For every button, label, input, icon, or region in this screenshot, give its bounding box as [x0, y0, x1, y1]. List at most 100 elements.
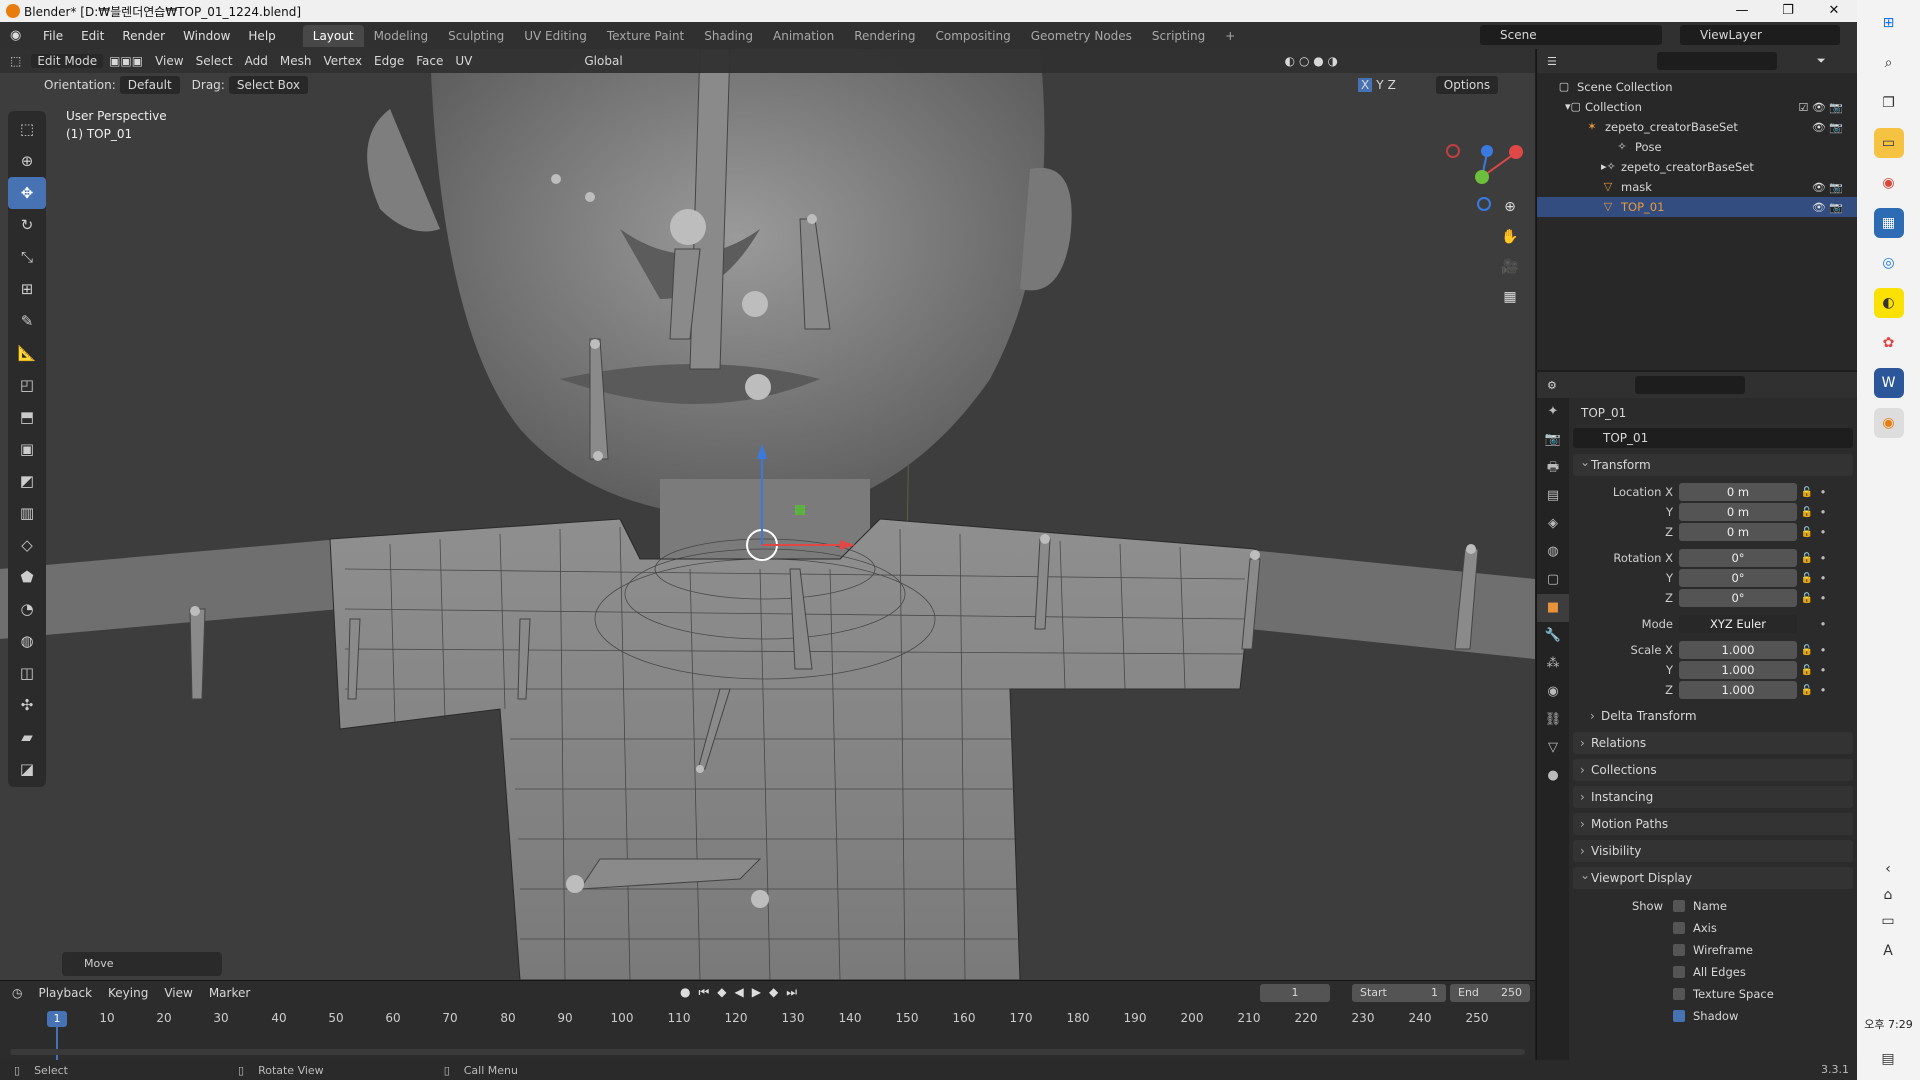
- mode-selector[interactable]: Edit Mode: [31, 54, 104, 68]
- rotation-z-field[interactable]: 0°: [1679, 589, 1797, 607]
- object-tab-icon[interactable]: ■: [1537, 594, 1569, 622]
- world-tab-icon[interactable]: ◍: [1537, 538, 1569, 566]
- pan-hand-icon[interactable]: ✋: [1497, 224, 1523, 250]
- outliner-row-scene-collection[interactable]: ▢ Scene Collection: [1537, 77, 1857, 97]
- prev-key-icon[interactable]: ◆: [717, 985, 726, 1000]
- render-tab-icon[interactable]: 📷: [1537, 426, 1569, 454]
- minimize-button[interactable]: —: [1719, 0, 1765, 22]
- keyframe-dot-icon[interactable]: •: [1817, 571, 1829, 585]
- visibility-icons[interactable]: 👁 📷: [1812, 181, 1843, 194]
- keyframe-dot-icon[interactable]: •: [1817, 525, 1829, 539]
- jump-end-icon[interactable]: ⏭: [786, 985, 797, 1000]
- menu-render[interactable]: Render: [113, 29, 174, 43]
- close-button[interactable]: ✕: [1811, 0, 1857, 22]
- keyframe-dot-icon[interactable]: •: [1817, 551, 1829, 565]
- transform-tool-icon[interactable]: ⊞: [8, 273, 46, 305]
- menu-keying[interactable]: Keying: [100, 986, 156, 1000]
- keyframe-dot-icon[interactable]: •: [1817, 643, 1829, 657]
- view-layer-selector[interactable]: ViewLayer: [1680, 25, 1840, 45]
- panel-motion-paths[interactable]: Motion Paths: [1573, 813, 1853, 835]
- panel-collections[interactable]: Collections: [1573, 759, 1853, 781]
- outliner-editor-icon[interactable]: ☰: [1547, 55, 1557, 68]
- add-workspace-button[interactable]: +: [1215, 25, 1245, 47]
- show-axis-row[interactable]: Axis: [1573, 917, 1853, 939]
- menu-uv[interactable]: UV: [449, 54, 478, 68]
- menu-vertex[interactable]: Vertex: [317, 54, 368, 68]
- kakaotalk-icon[interactable]: ◐: [1873, 288, 1904, 318]
- menu-help[interactable]: Help: [239, 29, 284, 43]
- tab-geometry-nodes[interactable]: Geometry Nodes: [1021, 25, 1142, 47]
- outliner-row-top01[interactable]: ▽ TOP_01 👁 📷: [1537, 197, 1857, 217]
- spin-tool-icon[interactable]: ◔: [8, 593, 46, 625]
- show-texture-space-checkbox[interactable]: [1673, 988, 1685, 1000]
- scene-selector[interactable]: Scene: [1480, 25, 1662, 45]
- menu-edit[interactable]: Edit: [72, 29, 113, 43]
- scale-tool-icon[interactable]: ⤡: [8, 241, 46, 273]
- tab-uv-editing[interactable]: UV Editing: [514, 25, 597, 47]
- keyframe-dot-icon[interactable]: •: [1817, 591, 1829, 605]
- scene-tab-icon[interactable]: ◈: [1537, 510, 1569, 538]
- select-mode-icons[interactable]: ▣▣▣: [103, 54, 149, 68]
- scale-y-field[interactable]: 1.000: [1679, 661, 1797, 679]
- end-frame-field[interactable]: End 250: [1450, 984, 1530, 1002]
- blender-taskbar-icon[interactable]: ◉: [1873, 408, 1904, 438]
- next-key-icon[interactable]: ◆: [769, 985, 778, 1000]
- axis-z-toggle[interactable]: Z: [1388, 78, 1396, 92]
- particles-tab-icon[interactable]: ⁂: [1537, 650, 1569, 678]
- properties-search[interactable]: [1634, 376, 1745, 394]
- calculator-icon[interactable]: ▦: [1873, 208, 1904, 238]
- output-tab-icon[interactable]: 🖶: [1537, 454, 1569, 482]
- show-axis-checkbox[interactable]: [1673, 922, 1685, 934]
- lock-icon[interactable]: 🔓: [1797, 645, 1817, 656]
- lock-icon[interactable]: 🔓: [1797, 553, 1817, 564]
- cursor-tool-icon[interactable]: ⊕: [8, 145, 46, 177]
- panel-relations[interactable]: Relations: [1573, 732, 1853, 754]
- loop-cut-tool-icon[interactable]: ▥: [8, 497, 46, 529]
- tab-scripting[interactable]: Scripting: [1142, 25, 1215, 47]
- filter-icon[interactable]: ⏷: [1817, 54, 1826, 68]
- axis-x-toggle[interactable]: X: [1357, 78, 1373, 92]
- lock-icon[interactable]: 🔓: [1797, 685, 1817, 696]
- scale-x-field[interactable]: 1.000: [1679, 641, 1797, 659]
- shear-tool-icon[interactable]: ▰: [8, 721, 46, 753]
- location-y-field[interactable]: 0 m: [1679, 503, 1797, 521]
- tab-shading[interactable]: Shading: [694, 25, 763, 47]
- select-tool-icon[interactable]: ⬚: [8, 113, 46, 145]
- menu-add[interactable]: Add: [239, 54, 274, 68]
- tray-display-icon[interactable]: ▭: [1873, 906, 1903, 936]
- menu-mesh[interactable]: Mesh: [274, 54, 318, 68]
- tab-rendering[interactable]: Rendering: [844, 25, 925, 47]
- outliner-row-collection[interactable]: ▾▢ Collection ☑ 👁 📷: [1537, 97, 1857, 117]
- axis-y-toggle[interactable]: Y: [1376, 78, 1383, 92]
- start-frame-field[interactable]: Start 1: [1352, 984, 1446, 1002]
- outliner-row-mask[interactable]: ▽ mask 👁 📷: [1537, 177, 1857, 197]
- panel-visibility[interactable]: Visibility: [1573, 840, 1853, 862]
- lock-icon[interactable]: 🔓: [1797, 527, 1817, 538]
- menu-view[interactable]: View: [149, 54, 189, 68]
- show-shadow-row[interactable]: Shadow: [1573, 1005, 1853, 1027]
- app-icon[interactable]: ◎: [1874, 248, 1904, 278]
- search-icon[interactable]: ⌕: [1874, 48, 1904, 78]
- show-all-edges-checkbox[interactable]: [1673, 966, 1685, 978]
- annotate-tool-icon[interactable]: ✎: [8, 305, 46, 337]
- show-texture-space-row[interactable]: Texture Space: [1573, 983, 1853, 1005]
- menu-face[interactable]: Face: [410, 54, 449, 68]
- constraints-tab-icon[interactable]: ⛓: [1537, 706, 1569, 734]
- show-shadow-checkbox[interactable]: [1673, 1010, 1685, 1022]
- menu-file[interactable]: File: [34, 29, 72, 43]
- tab-layout[interactable]: Layout: [302, 24, 364, 47]
- task-view-icon[interactable]: ❐: [1874, 88, 1904, 118]
- knife-tool-icon[interactable]: ◇: [8, 529, 46, 561]
- show-all-edges-row[interactable]: All Edges: [1573, 961, 1853, 983]
- view-layer-tab-icon[interactable]: ▤: [1537, 482, 1569, 510]
- rotation-x-field[interactable]: 0°: [1679, 549, 1797, 567]
- 3d-viewport[interactable]: ⬚ Edit Mode ▣▣▣ View Select Add Mesh Ver…: [0, 49, 1535, 980]
- visibility-icons[interactable]: 👁 📷: [1812, 201, 1843, 214]
- play-icon[interactable]: ▶: [752, 985, 761, 1000]
- panel-instancing[interactable]: Instancing: [1573, 786, 1853, 808]
- lock-icon[interactable]: 🔓: [1797, 665, 1817, 676]
- rotation-mode-select[interactable]: XYZ Euler: [1679, 615, 1797, 633]
- tab-modeling[interactable]: Modeling: [364, 25, 439, 47]
- play-reverse-icon[interactable]: ◀: [735, 985, 744, 1000]
- outliner-row-armature[interactable]: ✶ zepeto_creatorBaseSet 👁 📷: [1537, 117, 1857, 137]
